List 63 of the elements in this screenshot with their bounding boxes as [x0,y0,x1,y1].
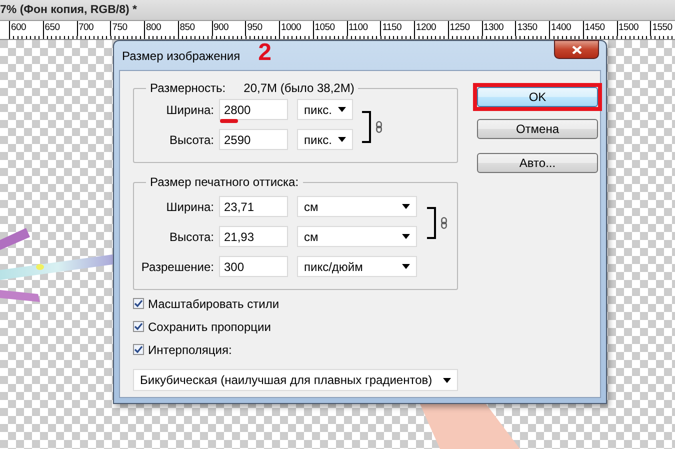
dialog-button[interactable]: Авто... [477,153,598,173]
field-label: Высота: [168,230,214,244]
dialog-title: Размер изображения [122,48,240,62]
checkbox[interactable] [133,298,144,309]
unit-dropdown[interactable]: пикс. [297,129,353,150]
field-label: Разрешение: [140,260,214,274]
chain-icon [376,121,382,133]
close-button[interactable] [554,40,599,59]
checkbox-label[interactable]: Интерполяция: [148,342,232,356]
ruler-label: 650 [42,21,76,36]
ruler-label: 1450 [582,21,616,36]
input-field[interactable]: 2590 [219,129,288,150]
dimensions-value: 20,7M (было 38,2M) [244,81,354,95]
ruler-label: 950 [245,21,279,36]
caret-icon [338,137,346,142]
document-tab[interactable]: 7% (Фон копия, RGB/8) * [0,4,138,16]
dialog-button[interactable]: Отмена [477,119,598,139]
field-label: Ширина: [165,102,214,116]
ruler-label: 600 [9,21,43,36]
checkbox-label[interactable]: Сохранить пропорции [148,320,271,334]
ruler-label: 700 [76,21,110,36]
field-label: Ширина: [165,200,214,214]
checkbox-label[interactable]: Масштабировать стили [148,296,280,310]
caret-icon [402,234,410,239]
interpolation-dropdown[interactable]: Бикубическая (наилучшая для плавных градиентов) [133,369,458,391]
close-icon [572,46,582,54]
ruler-label: 850 [178,21,212,36]
ruler-label: 1300 [482,21,516,36]
input-field[interactable]: 300 [219,256,288,277]
ruler-label: 1200 [414,21,448,36]
caret-icon [402,264,410,269]
unit-dropdown[interactable]: см [297,226,417,247]
input-field[interactable]: 2800 [219,99,288,120]
ruler-label: 1350 [515,21,549,36]
ruler-label: 800 [144,21,178,36]
ruler-label: 1250 [448,21,482,36]
group-label: Размер печатного оттиска: [150,175,299,189]
checkbox[interactable] [133,321,144,332]
checkbox[interactable] [133,344,144,355]
caret-icon [402,204,410,209]
chain-icon [441,217,447,229]
annotation-number: 2 [258,40,272,64]
unit-dropdown[interactable]: пикс/дюйм [297,256,417,277]
ruler-label: 1050 [312,21,346,36]
unit-dropdown[interactable]: пикс. [297,99,353,120]
input-field[interactable]: 21,93 [219,226,288,247]
ruler-label: 750 [110,21,144,36]
ruler-label: 1150 [380,21,414,36]
ruler-label: 1100 [346,21,380,36]
unit-dropdown[interactable]: см [297,196,417,217]
bracket-line [362,111,372,143]
ruler-label: 1550 [650,21,675,36]
input-field[interactable]: 23,71 [219,196,288,217]
ruler-label: 1400 [549,21,583,36]
ruler-label: 900 [212,21,246,36]
caret-icon [443,378,451,382]
caret-icon [338,107,346,112]
field-label: Высота: [168,132,214,146]
bracket-line [427,207,437,239]
ok-button[interactable]: OK [477,87,598,107]
ruler-label: 1000 [279,21,313,36]
group-label: Размерность: [150,81,226,95]
ruler-label: 1500 [616,21,650,36]
